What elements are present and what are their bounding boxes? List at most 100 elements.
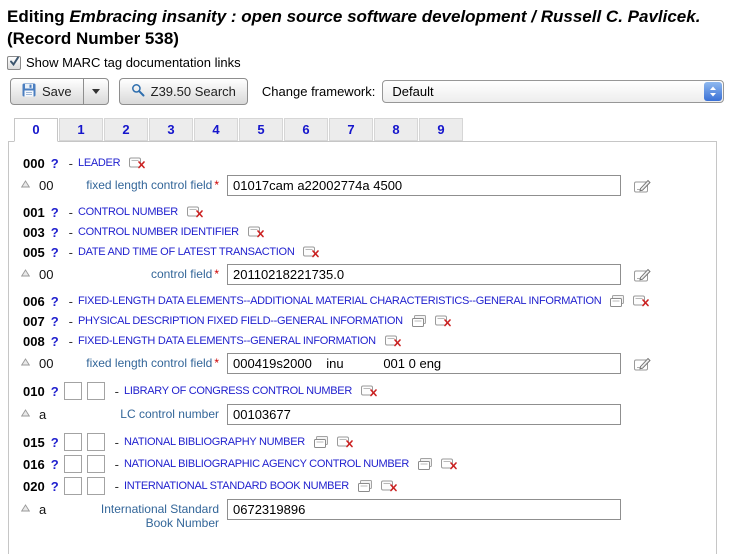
subfield-label[interactable]: LC control number: [85, 404, 219, 421]
tag-help-link[interactable]: ?: [51, 294, 59, 309]
subfield-label[interactable]: fixed length control field*: [85, 353, 219, 370]
tag-name-link[interactable]: PHYSICAL DESCRIPTION FIXED FIELD--GENERA…: [78, 315, 403, 327]
tag-name-link[interactable]: CONTROL NUMBER: [78, 206, 178, 218]
repeat-tag-icon[interactable]: [358, 480, 372, 492]
collapse-arrow-icon[interactable]: [21, 409, 33, 417]
tag-help-link[interactable]: ?: [51, 334, 59, 349]
subfield-label[interactable]: fixed length control field*: [85, 175, 219, 192]
tab-7[interactable]: 7: [329, 118, 373, 141]
dash: -: [69, 205, 73, 220]
tab-0[interactable]: 0: [14, 118, 58, 142]
tag-help-link[interactable]: ?: [51, 156, 59, 171]
tag-number: 020: [23, 479, 45, 494]
tab-1[interactable]: 1: [59, 118, 103, 141]
tab-4[interactable]: 4: [194, 118, 238, 141]
indicator2-input[interactable]: [87, 477, 105, 495]
tag-name-link[interactable]: CONTROL NUMBER IDENTIFIER: [78, 226, 239, 238]
record-number: (Record Number 538): [7, 29, 179, 48]
indicator1-input[interactable]: [64, 433, 82, 451]
tag-name-link[interactable]: FIXED-LENGTH DATA ELEMENTS--GENERAL INFO…: [78, 335, 376, 347]
tag-name-link[interactable]: DATE AND TIME OF LATEST TRANSACTION: [78, 246, 294, 258]
tab-9[interactable]: 9: [419, 118, 463, 141]
delete-tag-icon[interactable]: [435, 315, 451, 327]
dash: -: [69, 156, 73, 171]
delete-tag-icon[interactable]: [441, 458, 457, 470]
collapse-arrow-icon[interactable]: [21, 504, 33, 512]
delete-tag-icon[interactable]: [633, 295, 649, 307]
delete-tag-icon[interactable]: [385, 335, 401, 347]
show-marc-docs-option[interactable]: Show MARC tag documentation links: [7, 55, 734, 70]
marc-record-editor-page: Editing Embracing insanity : open source…: [0, 0, 734, 554]
tag-help-link[interactable]: ?: [51, 314, 59, 329]
tag-help-link[interactable]: ?: [51, 205, 59, 220]
indicator1-input[interactable]: [64, 477, 82, 495]
subfield-label-text: control field: [151, 267, 212, 281]
collapse-arrow-icon[interactable]: [21, 358, 33, 366]
z3950-search-button[interactable]: Z39.50 Search: [119, 78, 248, 105]
save-split-button: Save: [10, 78, 109, 105]
subfield-label[interactable]: International Standard Book Number: [85, 499, 219, 530]
subfield-label[interactable]: control field*: [85, 264, 219, 281]
tag-number: 016: [23, 457, 45, 472]
required-marker: *: [214, 267, 219, 281]
tab-8[interactable]: 8: [374, 118, 418, 141]
tab-5[interactable]: 5: [239, 118, 283, 141]
delete-tag-icon[interactable]: [337, 436, 353, 448]
repeat-tag-icon[interactable]: [314, 436, 328, 448]
repeat-tag-icon[interactable]: [418, 458, 432, 470]
indicator2-input[interactable]: [87, 433, 105, 451]
tag-name-link[interactable]: LEADER: [78, 157, 120, 169]
tag-name-link[interactable]: NATIONAL BIBLIOGRAPHY NUMBER: [124, 436, 305, 448]
tag-name-link[interactable]: NATIONAL BIBLIOGRAPHIC AGENCY CONTROL NU…: [124, 458, 409, 470]
tag-number: 010: [23, 384, 45, 399]
tag-help-link[interactable]: ?: [51, 384, 59, 399]
marc-tag-row: 008?-FIXED-LENGTH DATA ELEMENTS--GENERAL…: [23, 333, 708, 349]
subfield-value-input[interactable]: [227, 404, 621, 425]
delete-tag-icon[interactable]: [248, 226, 264, 238]
tag-help-link[interactable]: ?: [51, 245, 59, 260]
delete-tag-icon[interactable]: [303, 246, 319, 258]
delete-tag-icon[interactable]: [129, 157, 145, 169]
framework-select[interactable]: Default: [382, 80, 724, 103]
tag-help-link[interactable]: ?: [51, 435, 59, 450]
editing-label: Editing: [7, 7, 65, 26]
dash: -: [69, 334, 73, 349]
save-dropdown-button[interactable]: [83, 78, 109, 105]
collapse-arrow-icon[interactable]: [21, 269, 33, 277]
delete-tag-icon[interactable]: [187, 206, 203, 218]
subfield-value-input[interactable]: [227, 264, 621, 285]
marc-tag-row: 015?-NATIONAL BIBLIOGRAPHY NUMBER: [23, 433, 708, 451]
delete-tag-icon[interactable]: [381, 480, 397, 492]
subfield-code: a: [39, 407, 63, 422]
subfield-value-input[interactable]: [227, 499, 621, 520]
dash: -: [69, 225, 73, 240]
dash: -: [115, 384, 119, 399]
subfield-value-input[interactable]: [227, 353, 621, 374]
repeat-tag-icon[interactable]: [412, 315, 426, 327]
dash: -: [69, 245, 73, 260]
tag-editor-icon[interactable]: [634, 357, 651, 371]
marc-tag-row: 016?-NATIONAL BIBLIOGRAPHIC AGENCY CONTR…: [23, 455, 708, 473]
tab-3[interactable]: 3: [149, 118, 193, 141]
indicator1-input[interactable]: [64, 382, 82, 400]
tag-name-link[interactable]: INTERNATIONAL STANDARD BOOK NUMBER: [124, 480, 349, 492]
delete-tag-icon[interactable]: [361, 385, 377, 397]
subfield-value-input[interactable]: [227, 175, 621, 196]
tag-help-link[interactable]: ?: [51, 479, 59, 494]
indicator1-input[interactable]: [64, 455, 82, 473]
tab-6[interactable]: 6: [284, 118, 328, 141]
tag-name-link[interactable]: LIBRARY OF CONGRESS CONTROL NUMBER: [124, 385, 352, 397]
collapse-arrow-icon[interactable]: [21, 180, 33, 188]
tag-help-link[interactable]: ?: [51, 457, 59, 472]
indicator2-input[interactable]: [87, 382, 105, 400]
tag-help-link[interactable]: ?: [51, 225, 59, 240]
tag-name-link[interactable]: FIXED-LENGTH DATA ELEMENTS--ADDITIONAL M…: [78, 295, 601, 307]
tag-editor-icon[interactable]: [634, 268, 651, 282]
save-button[interactable]: Save: [10, 78, 84, 105]
repeat-tag-icon[interactable]: [610, 295, 624, 307]
show-marc-docs-checkbox[interactable]: [7, 56, 21, 70]
tag-editor-icon[interactable]: [634, 179, 651, 193]
marc-tag-row: 007?-PHYSICAL DESCRIPTION FIXED FIELD--G…: [23, 313, 708, 329]
indicator2-input[interactable]: [87, 455, 105, 473]
tab-2[interactable]: 2: [104, 118, 148, 141]
